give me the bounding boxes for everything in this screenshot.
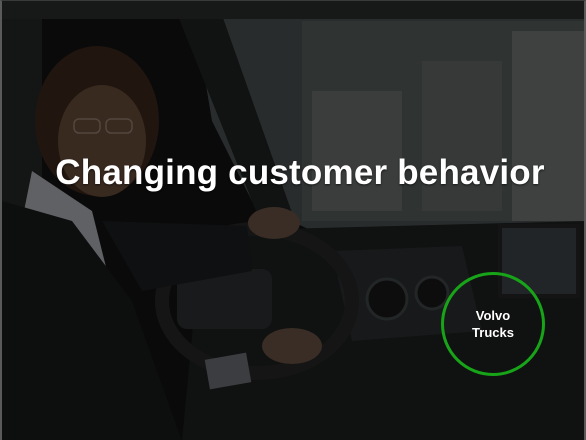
volvo-trucks-badge: Volvo Trucks bbox=[441, 272, 545, 376]
slide: Changing customer behavior Volvo Trucks bbox=[0, 0, 586, 440]
slide-title: Changing customer behavior bbox=[55, 153, 545, 192]
badge-line-2: Trucks bbox=[472, 325, 514, 340]
badge-line-1: Volvo bbox=[475, 308, 511, 323]
